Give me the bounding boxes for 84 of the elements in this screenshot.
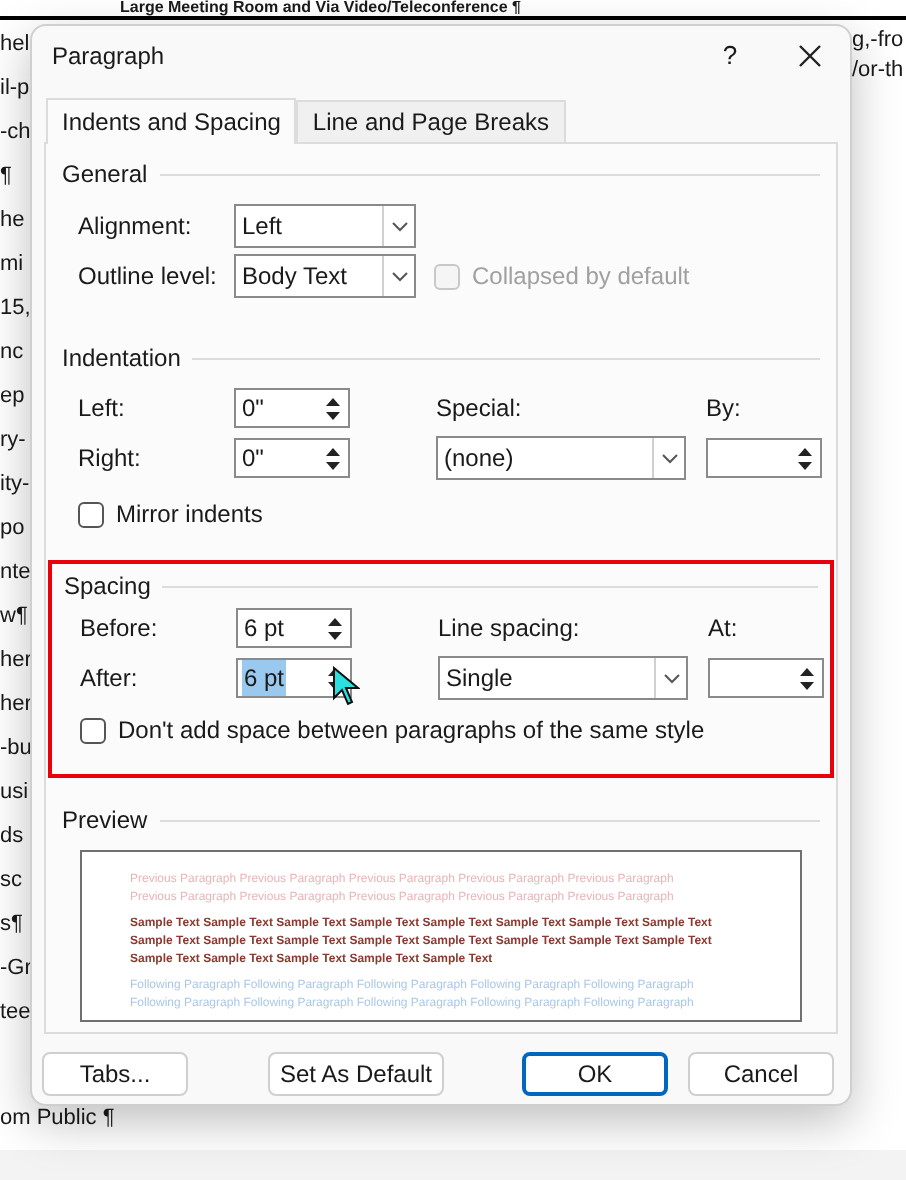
chevron-down-icon [391, 271, 407, 281]
dialog-button[interactable]: Cancel [688, 1052, 834, 1096]
document-text: po [0, 516, 25, 542]
document-text: mi [0, 252, 24, 278]
checkbox-label: Don't add space between paragraphs of the same style [118, 714, 705, 748]
document-text: sc [0, 868, 22, 894]
document-text: ity- [0, 472, 30, 498]
dropdown[interactable]: Left [234, 204, 416, 248]
field-label: Line spacing: [438, 612, 582, 646]
document-text: usi [0, 780, 29, 806]
spin-up-icon[interactable] [327, 617, 341, 625]
tab[interactable]: Indents and Spacing [46, 98, 297, 144]
checkbox-label: Collapsed by default [472, 260, 690, 294]
document-text: g,-fro [852, 28, 904, 54]
spin-field[interactable] [708, 658, 824, 698]
document-text: tee [0, 1000, 31, 1026]
spin-field[interactable]: 6 pt [236, 658, 352, 698]
document-text: he [0, 208, 25, 234]
document-text: w¶ [0, 604, 28, 630]
field-label: Left: [78, 392, 127, 426]
field-label: Alignment: [78, 210, 194, 244]
field-value: 6 pt [242, 660, 287, 696]
close-icon[interactable] [798, 44, 822, 68]
checkbox[interactable] [80, 717, 106, 743]
spin-down-icon[interactable] [325, 461, 339, 469]
checkbox[interactable] [78, 501, 104, 527]
checkbox-label: Mirror indents [116, 498, 263, 532]
field-label: At: [708, 612, 740, 646]
spin-field[interactable]: 6 pt [236, 608, 352, 648]
spin-up-icon[interactable] [325, 397, 339, 405]
field-value: 0" [240, 392, 266, 426]
field-label: After: [80, 662, 140, 696]
field-label: Before: [80, 612, 160, 646]
document-text: ds [0, 824, 24, 850]
dialog-button[interactable]: OK [522, 1052, 668, 1096]
window-title: Paragraph [50, 40, 167, 74]
spin-up-icon[interactable] [799, 667, 813, 675]
chevron-down-icon [661, 453, 677, 463]
dropdown[interactable]: (none) [436, 436, 686, 480]
section-heading: General [62, 158, 148, 192]
section-heading: Preview [62, 804, 148, 838]
field-label: Special: [436, 392, 524, 426]
document-text: ry- [0, 428, 26, 454]
document-text: nte [0, 560, 31, 586]
field-label: Outline level: [78, 260, 219, 294]
document-text: il-p [0, 76, 30, 102]
field-label: Right: [78, 442, 143, 476]
field-value: 0" [240, 442, 266, 476]
tab[interactable]: Line and Page Breaks [296, 100, 566, 142]
section-heading: Indentation [62, 342, 181, 376]
field-value: 6 pt [242, 612, 287, 646]
spin-up-icon[interactable] [325, 447, 339, 455]
field-label: By: [706, 392, 743, 426]
dropdown[interactable]: Body Text [234, 254, 416, 298]
dialog-button[interactable]: Set As Default [268, 1052, 444, 1096]
spin-down-icon[interactable] [797, 461, 811, 469]
chevron-down-icon [391, 221, 407, 231]
document-heading: Large Meeting Room and Via Video/Teleconference ¶ [120, 0, 521, 16]
document-text: -Gr [0, 956, 32, 982]
section-heading: Spacing [64, 570, 151, 604]
document-text: om Public ¶ [0, 1106, 115, 1132]
spin-up-icon[interactable] [797, 447, 811, 455]
spin-down-icon[interactable] [327, 631, 341, 639]
document-text: /or-th [852, 58, 904, 84]
mouse-pointer-icon [332, 666, 360, 706]
document-text: s¶ [0, 912, 23, 938]
document-text: ep [0, 384, 25, 410]
document-text: ¶ [0, 164, 12, 190]
dialog-button[interactable]: Tabs... [42, 1052, 188, 1096]
document-text: her [0, 648, 32, 674]
document-text: nc [0, 340, 24, 366]
spin-down-icon[interactable] [799, 681, 813, 689]
document-text: -ch [0, 120, 31, 146]
help-button[interactable]: ? [706, 32, 754, 80]
spin-field[interactable]: 0" [234, 388, 350, 428]
spin-down-icon[interactable] [325, 411, 339, 419]
chevron-down-icon [663, 673, 679, 683]
document-text: 15, [0, 296, 31, 322]
dropdown[interactable]: Single [438, 656, 688, 700]
document-text: -bu [0, 736, 32, 762]
spin-field[interactable] [706, 438, 822, 478]
document-text: her [0, 692, 32, 718]
spin-field[interactable]: 0" [234, 438, 350, 478]
document-text: hel [0, 32, 30, 58]
